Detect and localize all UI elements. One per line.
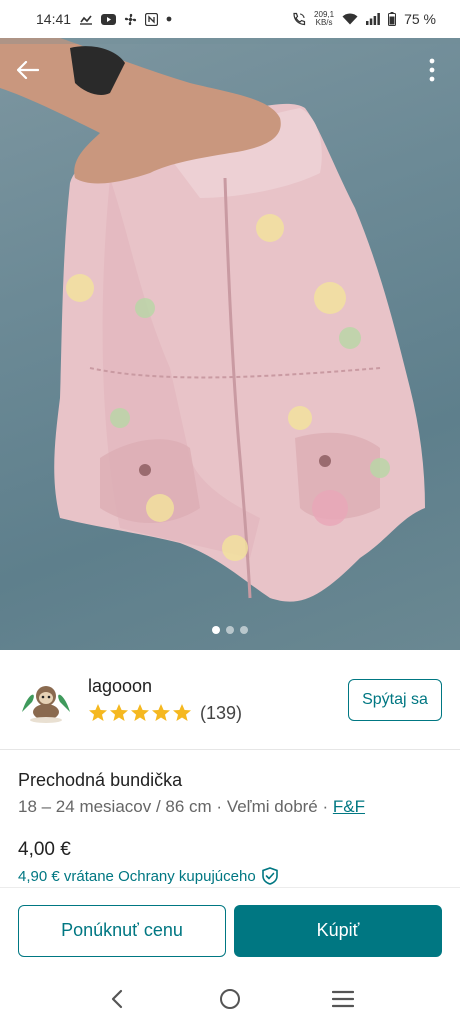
menu-lines-icon bbox=[332, 990, 355, 1008]
wifi-icon bbox=[342, 13, 358, 25]
signal-icon bbox=[366, 13, 380, 25]
sloth-avatar-icon bbox=[18, 671, 74, 728]
brand-link[interactable]: F&F bbox=[333, 797, 365, 816]
youtube-icon bbox=[101, 13, 117, 25]
missed-call-icon bbox=[79, 13, 93, 25]
item-details: Prechodná bundička 18 – 24 mesiacov / 86… bbox=[0, 750, 460, 885]
star-icon bbox=[110, 704, 128, 721]
item-size-condition: 18 – 24 mesiacov / 86 cm · Veľmi dobré · bbox=[18, 797, 333, 816]
more-options-button[interactable] bbox=[422, 56, 442, 84]
arrow-left-icon bbox=[17, 61, 39, 79]
network-speed: 209,1 KB/s bbox=[314, 11, 334, 27]
item-price: 4,00 € bbox=[18, 839, 71, 860]
network-speed-unit: KB/s bbox=[315, 18, 333, 27]
more-vertical-icon bbox=[429, 58, 435, 82]
shield-check-icon bbox=[261, 867, 278, 885]
rating-stars bbox=[88, 703, 192, 723]
back-button[interactable] bbox=[14, 56, 42, 84]
status-left: 14:41 bbox=[36, 11, 172, 27]
seller-rating[interactable]: (139) bbox=[88, 703, 348, 724]
fan-icon bbox=[124, 13, 137, 26]
nav-home-button[interactable] bbox=[210, 979, 250, 1019]
purchase-actions: Ponúknuť cenu Kúpiť bbox=[0, 887, 460, 973]
status-time: 14:41 bbox=[36, 11, 72, 27]
make-offer-button[interactable]: Ponúknuť cenu bbox=[18, 904, 226, 957]
buy-button[interactable]: Kúpiť bbox=[234, 904, 442, 957]
star-icon bbox=[152, 704, 170, 721]
seller-section: lagooon (139) Spýtaj sa bbox=[0, 650, 460, 750]
status-bar: 14:41 209,1 KB/s 75 % bbox=[0, 0, 460, 38]
item-meta: 18 – 24 mesiacov / 86 cm · Veľmi dobré ·… bbox=[18, 797, 442, 817]
seller-name[interactable]: lagooon bbox=[88, 676, 348, 697]
battery-percent: 75 % bbox=[404, 11, 436, 27]
photo-pagination bbox=[212, 626, 248, 634]
seller-info: lagooon (139) bbox=[88, 676, 348, 724]
status-right: 209,1 KB/s 75 % bbox=[292, 11, 436, 27]
ask-seller-button[interactable]: Spýtaj sa bbox=[348, 678, 442, 721]
notification-dot-icon bbox=[166, 16, 172, 22]
star-icon bbox=[173, 704, 191, 721]
product-photo[interactable] bbox=[0, 38, 460, 650]
buyer-protection-price[interactable]: 4,90 € vrátane Ochrany kupujúceho bbox=[18, 867, 442, 885]
wifi-call-icon bbox=[292, 12, 306, 26]
pagination-dot-1[interactable] bbox=[212, 626, 220, 634]
pagination-dot-2[interactable] bbox=[226, 626, 234, 634]
nav-back-button[interactable] bbox=[97, 979, 137, 1019]
pagination-dot-3[interactable] bbox=[240, 626, 248, 634]
protection-price-text: 4,90 € vrátane Ochrany kupujúceho bbox=[18, 867, 256, 885]
item-title: Prechodná bundička bbox=[18, 770, 183, 790]
jacket-image bbox=[0, 38, 460, 602]
star-icon bbox=[131, 704, 149, 721]
system-nav-bar bbox=[0, 973, 460, 1025]
chevron-left-icon bbox=[111, 989, 122, 1009]
nav-recents-button[interactable] bbox=[323, 979, 363, 1019]
nfc-icon bbox=[145, 12, 159, 26]
star-icon bbox=[89, 704, 107, 721]
avatar[interactable] bbox=[18, 671, 74, 728]
battery-icon bbox=[388, 12, 397, 26]
home-circle-icon bbox=[219, 989, 240, 1009]
review-count: (139) bbox=[200, 702, 243, 723]
